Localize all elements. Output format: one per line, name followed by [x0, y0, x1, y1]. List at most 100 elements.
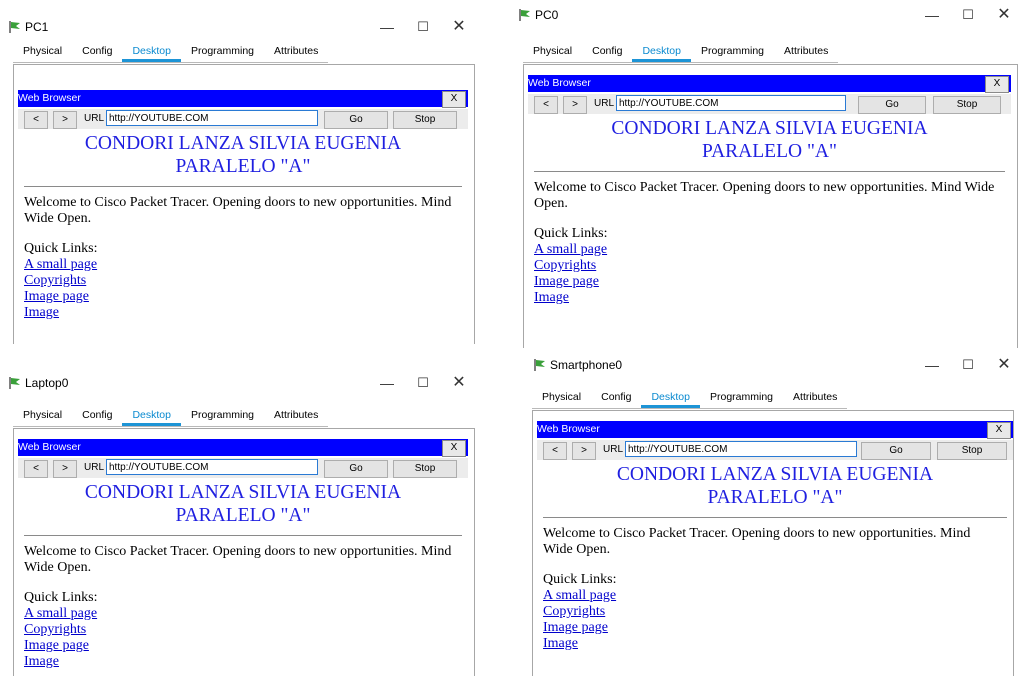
stop-button[interactable]: Stop: [393, 111, 457, 129]
minimize-button[interactable]: —: [375, 372, 399, 394]
link-image[interactable]: Image: [543, 636, 1013, 652]
stop-button[interactable]: Stop: [937, 442, 1007, 460]
link-small-page[interactable]: A small page: [534, 242, 1011, 258]
browser-close-button[interactable]: X: [985, 76, 1009, 93]
heading-line-1: CONDORI LANZA SILVIA EUGENIA: [616, 464, 934, 485]
back-button[interactable]: <: [24, 460, 48, 478]
maximize-button[interactable]: ☐: [411, 16, 435, 38]
desktop-panel: Web Browser X < > URL Go Stop CONDORI LA…: [13, 64, 475, 344]
close-button[interactable]: ✕: [992, 4, 1016, 26]
maximize-button[interactable]: ☐: [956, 4, 980, 26]
back-button[interactable]: <: [24, 111, 48, 129]
url-input[interactable]: [106, 110, 318, 126]
divider: [24, 186, 462, 187]
web-page: CONDORI LANZA SILVIA EUGENIA PARALELO "A…: [528, 117, 1011, 348]
stop-button[interactable]: Stop: [393, 460, 457, 478]
go-button[interactable]: Go: [861, 442, 931, 460]
close-button[interactable]: ✕: [447, 372, 471, 394]
tab-desktop[interactable]: Desktop: [122, 406, 181, 426]
web-browser: Web Browser X < > URL Go Stop CONDORI LA…: [18, 439, 468, 676]
browser-title: Web Browser: [528, 77, 591, 89]
device-tabs: Physical Config Desktop Programming Attr…: [13, 406, 329, 427]
url-input[interactable]: [616, 95, 846, 111]
tab-physical[interactable]: Physical: [523, 42, 582, 62]
close-button[interactable]: ✕: [992, 354, 1016, 376]
maximize-button[interactable]: ☐: [956, 354, 980, 376]
web-browser: Web Browser X < > URL Go Stop CONDORI LA…: [528, 75, 1011, 348]
welcome-text: Welcome to Cisco Packet Tracer. Opening …: [534, 180, 995, 211]
back-button[interactable]: <: [543, 442, 567, 460]
browser-titlebar: Web Browser X: [528, 75, 1011, 93]
browser-close-button[interactable]: X: [442, 91, 466, 108]
browser-close-button[interactable]: X: [442, 440, 466, 457]
tab-config[interactable]: Config: [72, 42, 122, 62]
back-button[interactable]: <: [534, 96, 558, 114]
maximize-button[interactable]: ☐: [411, 372, 435, 394]
window-titlebar[interactable]: PC1 — ☐ ✕: [5, 14, 475, 40]
link-image[interactable]: Image: [24, 305, 468, 321]
minimize-button[interactable]: —: [920, 4, 944, 26]
device-tabs: Physical Config Desktop Programming Attr…: [13, 42, 329, 63]
link-image-page[interactable]: Image page: [534, 274, 1011, 290]
link-small-page[interactable]: A small page: [543, 588, 1013, 604]
link-small-page[interactable]: A small page: [24, 606, 468, 622]
link-copyrights[interactable]: Copyrights: [534, 258, 1011, 274]
tab-attributes[interactable]: Attributes: [264, 42, 328, 62]
window-title: PC1: [25, 20, 49, 34]
url-input[interactable]: [106, 459, 318, 475]
browser-navbar: < > URL Go Stop: [18, 458, 468, 478]
go-button[interactable]: Go: [858, 96, 926, 114]
link-copyrights[interactable]: Copyrights: [24, 273, 468, 289]
tab-attributes[interactable]: Attributes: [783, 388, 847, 408]
welcome-text: Welcome to Cisco Packet Tracer. Opening …: [24, 195, 452, 226]
desktop-panel: Web Browser X < > URL Go Stop CONDORI LA…: [532, 410, 1014, 676]
link-image-page[interactable]: Image page: [543, 620, 1013, 636]
tab-physical[interactable]: Physical: [13, 42, 72, 62]
browser-close-button[interactable]: X: [987, 422, 1011, 439]
link-copyrights[interactable]: Copyrights: [24, 622, 468, 638]
tab-config[interactable]: Config: [591, 388, 641, 408]
link-image[interactable]: Image: [24, 654, 468, 670]
minimize-button[interactable]: —: [375, 16, 399, 38]
heading-line-1: CONDORI LANZA SILVIA EUGENIA: [84, 482, 402, 503]
tab-desktop[interactable]: Desktop: [641, 388, 700, 408]
tab-physical[interactable]: Physical: [532, 388, 591, 408]
tab-programming[interactable]: Programming: [691, 42, 774, 62]
tab-desktop[interactable]: Desktop: [122, 42, 181, 62]
forward-button[interactable]: >: [53, 111, 77, 129]
close-button[interactable]: ✕: [447, 16, 471, 38]
link-image-page[interactable]: Image page: [24, 638, 468, 654]
window-titlebar[interactable]: PC0 — ☐ ✕: [515, 2, 1020, 28]
minimize-button[interactable]: —: [920, 354, 944, 376]
stop-button[interactable]: Stop: [933, 96, 1001, 114]
window-titlebar[interactable]: Laptop0 — ☐ ✕: [5, 370, 475, 396]
go-button[interactable]: Go: [324, 111, 388, 129]
url-input[interactable]: [625, 441, 857, 457]
link-image[interactable]: Image: [534, 290, 1011, 306]
tab-attributes[interactable]: Attributes: [774, 42, 838, 62]
packet-tracer-icon: [534, 359, 545, 371]
tab-config[interactable]: Config: [72, 406, 122, 426]
web-page: CONDORI LANZA SILVIA EUGENIA PARALELO "A…: [537, 463, 1013, 676]
tab-desktop[interactable]: Desktop: [632, 42, 691, 62]
window-titlebar[interactable]: Smartphone0 — ☐ ✕: [530, 352, 1020, 378]
heading-line-2: PARALELO "A": [702, 141, 837, 162]
tab-config[interactable]: Config: [582, 42, 632, 62]
tab-programming[interactable]: Programming: [181, 406, 264, 426]
heading-line-1: CONDORI LANZA SILVIA EUGENIA: [611, 118, 928, 139]
tab-attributes[interactable]: Attributes: [264, 406, 328, 426]
link-copyrights[interactable]: Copyrights: [543, 604, 1013, 620]
link-small-page[interactable]: A small page: [24, 257, 468, 273]
link-image-page[interactable]: Image page: [24, 289, 468, 305]
tab-programming[interactable]: Programming: [181, 42, 264, 62]
tab-physical[interactable]: Physical: [13, 406, 72, 426]
forward-button[interactable]: >: [572, 442, 596, 460]
browser-navbar: < > URL Go Stop: [18, 109, 468, 129]
forward-button[interactable]: >: [563, 96, 587, 114]
forward-button[interactable]: >: [53, 460, 77, 478]
welcome-text: Welcome to Cisco Packet Tracer. Opening …: [24, 544, 452, 575]
browser-title: Web Browser: [18, 441, 81, 453]
tab-programming[interactable]: Programming: [700, 388, 783, 408]
go-button[interactable]: Go: [324, 460, 388, 478]
welcome-text: Welcome to Cisco Packet Tracer. Opening …: [543, 526, 971, 557]
